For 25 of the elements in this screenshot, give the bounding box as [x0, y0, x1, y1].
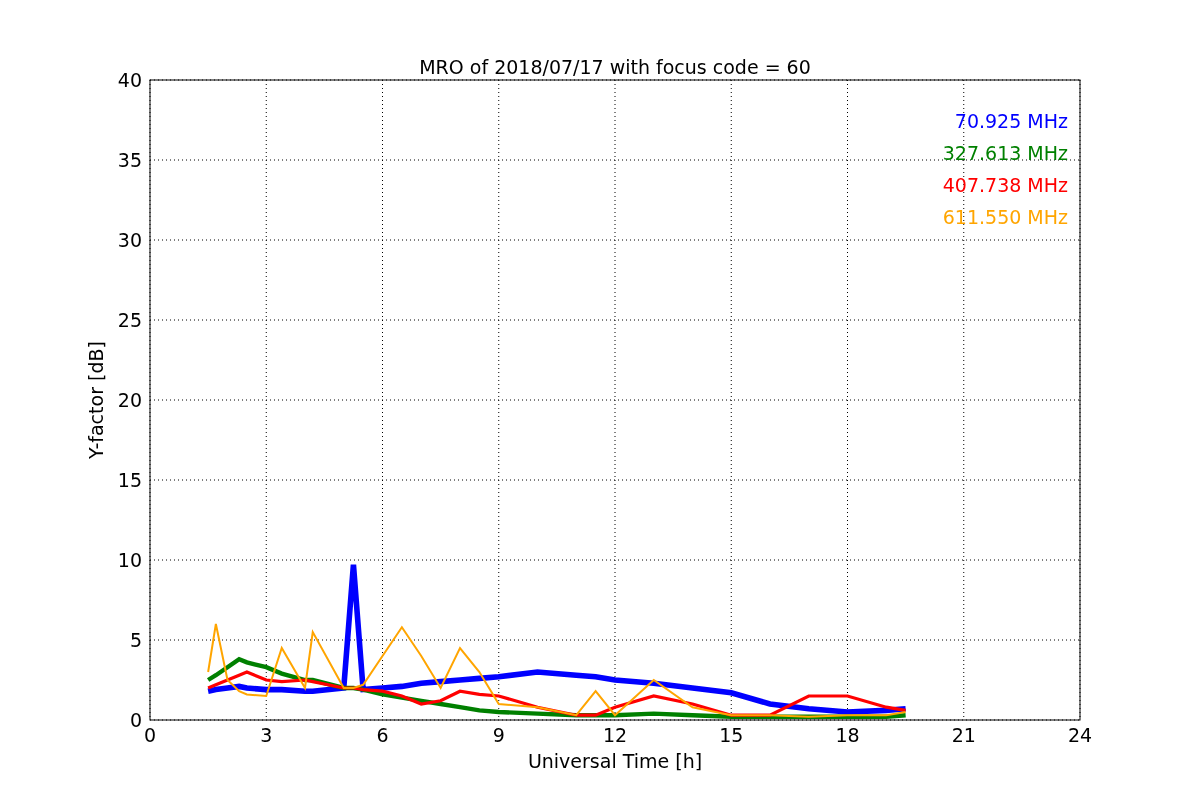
- y-tick-label: 40: [117, 69, 142, 91]
- legend-label: 611.550 MHz: [942, 206, 1068, 228]
- y-tick-label: 10: [117, 549, 142, 571]
- y-axis-label: Y-factor [dB]: [85, 341, 107, 459]
- x-tick-label: 6: [376, 724, 389, 746]
- x-tick-label: 21: [951, 724, 976, 746]
- y-tick-label: 30: [117, 229, 142, 251]
- x-tick-label: 15: [719, 724, 744, 746]
- y-tick-label: 25: [117, 309, 142, 331]
- x-tick-label: 3: [260, 724, 273, 746]
- x-tick-label: 0: [143, 724, 157, 746]
- x-tick-label: 18: [835, 724, 860, 746]
- legend-label: 407.738 MHz: [942, 174, 1068, 196]
- x-tick-label: 24: [1067, 724, 1093, 746]
- y-tick-label: 0: [129, 709, 142, 731]
- chart-title: MRO of 2018/07/17 with focus code = 60: [419, 56, 811, 78]
- y-tick-label: 35: [117, 149, 142, 171]
- legend-label: 70.925 MHz: [954, 110, 1068, 132]
- x-tick-label: 12: [602, 724, 628, 746]
- x-tick-label: 9: [492, 724, 505, 746]
- legend-label: 327.613 MHz: [942, 142, 1068, 164]
- x-axis-label: Universal Time [h]: [527, 750, 703, 772]
- y-tick-label: 15: [117, 469, 142, 491]
- y-tick-label: 5: [129, 629, 142, 651]
- y-tick-label: 20: [117, 389, 142, 411]
